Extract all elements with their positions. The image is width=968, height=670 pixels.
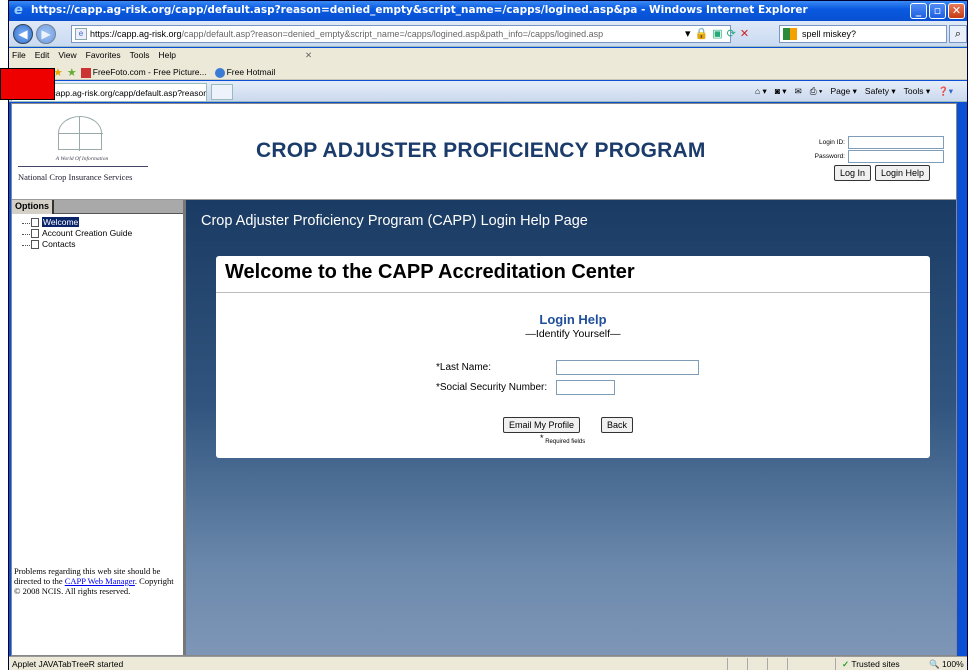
last-name-row: *Last Name: — [436, 360, 699, 375]
stop-icon[interactable]: ✕ — [740, 27, 749, 40]
site-footer-note: Problems regarding this web site should … — [14, 566, 174, 596]
dropdown-icon[interactable]: ▾ — [685, 27, 691, 40]
logo-tagline: A World Of Information — [55, 156, 109, 162]
login-id-input[interactable] — [848, 135, 944, 149]
ncis-logo: A World Of Information National Crop Ins… — [18, 116, 148, 190]
mail-icon[interactable]: ✉ — [795, 86, 802, 97]
fav-link-hotmail[interactable]: Free Hotmail — [214, 67, 275, 78]
site-title: CROP ADJUSTER PROFICIENCY PROGRAM — [256, 139, 706, 162]
ie-page-icon — [214, 67, 225, 78]
login-help-button[interactable]: Login Help — [874, 165, 930, 181]
close-toolbar-icon[interactable]: ✕ — [305, 50, 312, 63]
ie-logo-icon: e — [14, 3, 23, 18]
menu-file[interactable]: File — [12, 50, 26, 63]
address-bar[interactable]: e https://capp.ag-risk.org/capp/default.… — [71, 25, 731, 43]
page-icon: e — [75, 28, 87, 40]
main-area: Crop Adjuster Proficiency Program (CAPP)… — [186, 200, 956, 655]
menu-bar: File Edit View Favorites Tools Help ✕ — [9, 48, 967, 63]
logo-name: National Crop Insurance Services — [18, 172, 133, 182]
address-row: ◀ ▶ e https://capp.ag-risk.org/capp/defa… — [9, 21, 967, 47]
options-pane: Options Welcome Account Creation Guide C… — [12, 200, 186, 655]
ssn-row: *Social Security Number: — [436, 380, 615, 395]
document-icon — [31, 229, 39, 238]
freefoto-icon — [80, 67, 91, 78]
home-icon[interactable]: ⌂ ▾ — [755, 86, 767, 97]
fav-link-freefoto[interactable]: FreeFoto.com - Free Picture... — [80, 67, 207, 78]
safety-menu[interactable]: Safety ▾ — [865, 86, 896, 97]
command-bar: ⌂ ▾ ◙ ▾ ✉ ⎙ ▾ Page ▾ Safety ▾ Tools ▾ ❓▾ — [755, 86, 953, 97]
print-icon[interactable]: ⎙ ▾ — [810, 86, 823, 97]
back-button[interactable]: Back — [601, 417, 634, 433]
password-input[interactable] — [848, 149, 944, 163]
security-zone[interactable]: ✓ Trusted sites — [842, 659, 900, 670]
forward-nav-button[interactable]: ▶ — [36, 24, 56, 44]
browser-window: e https://capp.ag-risk.org/capp/default.… — [8, 0, 968, 670]
site-header: A World Of Information National Crop Ins… — [12, 104, 956, 200]
maximize-button[interactable]: ▫ — [929, 3, 946, 19]
red-annotation-box — [0, 68, 55, 100]
ssn-input[interactable] — [556, 380, 615, 395]
login-form: Login ID: Password: Log In Login Help — [804, 135, 944, 181]
globe-icon — [58, 116, 103, 151]
login-id-label: Login ID: — [818, 138, 845, 146]
tree-item-account-creation-guide[interactable]: Account Creation Guide — [22, 228, 183, 239]
email-profile-button[interactable]: Email My Profile — [503, 417, 581, 433]
tab-row: e https://capp.ag-risk.org/capp/default.… — [9, 81, 967, 102]
panel-title: Welcome to the CAPP Accreditation Center — [216, 256, 930, 293]
menu-tools[interactable]: Tools — [130, 50, 150, 63]
back-nav-button[interactable]: ◀ — [13, 24, 33, 44]
close-button[interactable]: ✕ — [948, 3, 965, 19]
zoom-level[interactable]: 🔍 100% ▾ — [929, 659, 967, 670]
search-input[interactable]: spell miskey? — [779, 25, 947, 43]
options-tree: Welcome Account Creation Guide Contacts — [12, 214, 183, 250]
tree-item-welcome[interactable]: Welcome — [22, 217, 183, 228]
menu-view[interactable]: View — [58, 50, 76, 63]
welcome-panel: Welcome to the CAPP Accreditation Center… — [216, 256, 930, 458]
login-help-title: Login Help — [539, 312, 607, 327]
menu-help[interactable]: Help — [158, 50, 175, 63]
last-name-input[interactable] — [556, 360, 699, 375]
favorites-bar: ★ ★ FreeFoto.com - Free Picture... Free … — [9, 63, 967, 80]
password-label: Password: — [814, 152, 845, 160]
menu-edit[interactable]: Edit — [35, 50, 50, 63]
url-path: /capp/default.asp?reason=denied_empty&sc… — [181, 29, 604, 39]
login-button[interactable]: Log In — [833, 165, 871, 181]
menu-favorites[interactable]: Favorites — [86, 50, 121, 63]
document-icon — [31, 218, 39, 227]
add-favorite-icon[interactable]: ★ — [67, 66, 77, 79]
live-search-icon — [783, 28, 797, 40]
tools-menu[interactable]: Tools ▾ — [904, 86, 930, 97]
address-icons: ▾ 🔒 ▣ ⟳ ✕ — [685, 27, 749, 40]
document-icon — [31, 240, 39, 249]
web-manager-link[interactable]: CAPP Web Manager — [65, 576, 135, 586]
login-help-subtitle: —Identify Yourself— — [525, 328, 621, 340]
window-title: https://capp.ag-risk.org/capp/default.as… — [31, 4, 808, 16]
check-icon: ✓ — [842, 659, 850, 669]
refresh-icon[interactable]: ⟳ — [727, 27, 736, 40]
minimize-button[interactable]: _ — [910, 3, 927, 19]
page-menu[interactable]: Page ▾ — [830, 86, 856, 97]
page-heading: Crop Adjuster Proficiency Program (CAPP)… — [201, 213, 588, 229]
tree-item-contacts[interactable]: Contacts — [22, 239, 183, 250]
last-name-label: *Last Name: — [436, 362, 492, 373]
status-text: Applet JAVATabTreeR started — [12, 659, 124, 669]
page-content: A World Of Information National Crop Ins… — [11, 103, 957, 656]
feeds-icon[interactable]: ◙ ▾ — [775, 86, 787, 97]
help-icon[interactable]: ❓▾ — [938, 86, 953, 97]
compatibility-icon[interactable]: ▣ — [712, 27, 722, 40]
url-host: https://capp.ag-risk.org — [90, 29, 182, 39]
new-tab-button[interactable] — [211, 84, 233, 100]
title-bar: e https://capp.ag-risk.org/capp/default.… — [9, 1, 967, 21]
options-tab[interactable]: Options — [12, 200, 54, 214]
lock-icon[interactable]: 🔒 — [695, 27, 709, 40]
search-icon[interactable]: ⌕ — [949, 25, 967, 43]
status-bar: Applet JAVATabTreeR started ✓ Trusted si… — [9, 656, 967, 670]
ssn-label: *Social Security Number: — [436, 382, 548, 393]
required-note: * Required fields — [540, 433, 586, 445]
